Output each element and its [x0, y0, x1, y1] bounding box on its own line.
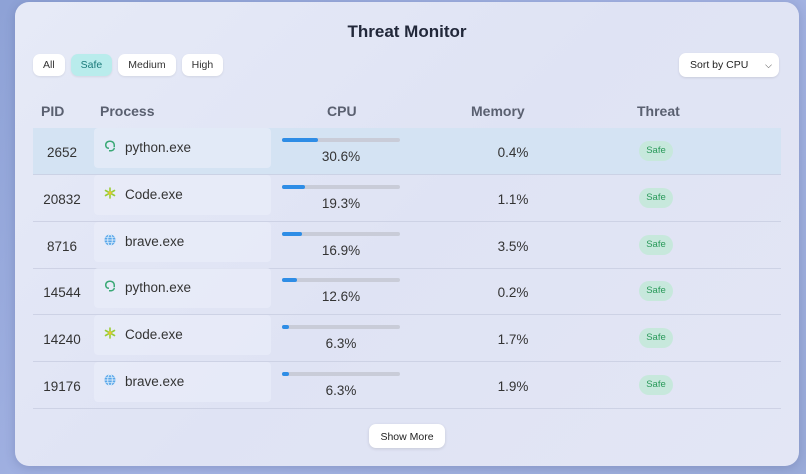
- threat-badge: Safe: [639, 187, 673, 208]
- process-name: brave.exe: [125, 233, 185, 249]
- cpu-progress-fill: [282, 325, 290, 330]
- process-name: brave.exe: [125, 374, 185, 389]
- threat-badge: Safe: [639, 141, 673, 161]
- cpu-progress-bar: [282, 184, 400, 189]
- threat-badge: Safe: [639, 281, 673, 302]
- threat-badge: Safe: [639, 328, 673, 349]
- pid-cell: 20832: [43, 191, 81, 207]
- process-name: Code.exe: [125, 186, 183, 202]
- memory-cell: 3.5%: [497, 238, 529, 254]
- python-icon: [103, 279, 117, 293]
- cpu-progress-bar: [282, 231, 400, 236]
- table-row[interactable]: 19176 brave.exe 6.3% 1.9% Safe: [33, 362, 781, 409]
- column-header-pid[interactable]: PID: [41, 103, 64, 119]
- filter-medium-button[interactable]: Medium: [118, 54, 176, 76]
- table-row[interactable]: 2652 python.exe 30.6% 0.4% Safe: [33, 128, 781, 175]
- column-header-memory[interactable]: Memory: [471, 103, 525, 119]
- cpu-progress-bar: [282, 278, 400, 283]
- cpu-progress-fill: [282, 138, 319, 142]
- pid-cell: 14240: [43, 332, 81, 348]
- globe-icon: [103, 373, 117, 387]
- cpu-progress-bar: [282, 325, 400, 330]
- pid-cell: 2652: [46, 145, 78, 160]
- threat-badge: Safe: [639, 234, 673, 255]
- memory-cell: 1.9%: [497, 379, 529, 394]
- pid-cell: 8716: [46, 238, 78, 254]
- memory-cell: 1.1%: [497, 191, 529, 207]
- column-header-process[interactable]: Process: [100, 103, 154, 119]
- table-row[interactable]: 14544 python.exe 12.6% 0.2% Safe: [33, 268, 781, 316]
- chevron-down-icon: ⌵: [765, 60, 772, 70]
- process-name: python.exe: [125, 140, 192, 155]
- cpu-cell: 16.9%: [321, 242, 361, 258]
- filter-safe-button[interactable]: Safe: [70, 54, 113, 76]
- cpu-progress-fill: [282, 184, 305, 189]
- column-header-cpu[interactable]: CPU: [327, 103, 357, 119]
- pid-cell: 14544: [43, 285, 81, 301]
- memory-cell: 0.4%: [497, 145, 529, 160]
- table-row[interactable]: 8716 brave.exe 16.9% 3.5% Safe: [33, 221, 781, 269]
- cpu-cell: 12.6%: [321, 289, 361, 305]
- memory-cell: 1.7%: [497, 332, 529, 348]
- show-more-button[interactable]: Show More: [369, 424, 445, 448]
- table-row[interactable]: 20832 Code.exe 19.3% 1.1% Safe: [33, 174, 781, 222]
- table-row[interactable]: 14240 Code.exe 6.3% 1.7% Safe: [33, 315, 781, 363]
- vscode-icon: [103, 186, 117, 200]
- python-icon: [103, 139, 117, 153]
- pid-cell: 19176: [43, 379, 81, 394]
- process-name: python.exe: [125, 280, 192, 296]
- cpu-cell: 6.3%: [325, 336, 357, 352]
- page-title: Threat Monitor: [347, 22, 467, 41]
- threat-badge: Safe: [639, 375, 673, 395]
- filter-all-button[interactable]: All: [33, 54, 65, 76]
- sort-select[interactable]: Sort by CPU ⌵: [679, 53, 779, 77]
- sort-select-value: Sort by CPU: [690, 59, 749, 71]
- cpu-progress-fill: [282, 231, 302, 236]
- threat-monitor-panel: Threat Monitor All Safe Medium High Sort…: [15, 2, 799, 466]
- vscode-icon: [103, 326, 117, 340]
- globe-icon: [103, 233, 117, 247]
- cpu-cell: 6.3%: [325, 383, 357, 398]
- filter-bar: All Safe Medium High: [33, 54, 224, 76]
- cpu-cell: 19.3%: [321, 195, 361, 211]
- cpu-progress-fill: [282, 278, 297, 283]
- memory-cell: 0.2%: [497, 285, 529, 301]
- cpu-progress-bar: [282, 138, 400, 142]
- cpu-progress-fill: [282, 372, 290, 376]
- cpu-cell: 30.6%: [321, 149, 361, 164]
- cpu-progress-bar: [282, 372, 400, 376]
- process-name: Code.exe: [125, 327, 183, 343]
- filter-high-button[interactable]: High: [181, 54, 224, 76]
- column-header-threat[interactable]: Threat: [637, 103, 680, 119]
